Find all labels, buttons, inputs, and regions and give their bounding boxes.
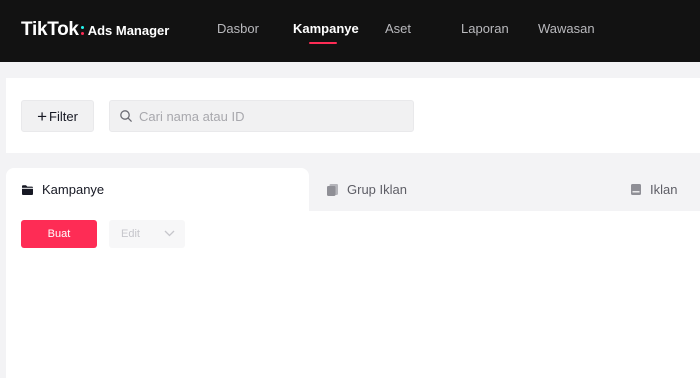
campaign-content-panel: Buat Edit [6, 211, 700, 378]
chevron-down-icon [164, 230, 175, 237]
nav-item-aset[interactable]: Aset [385, 21, 411, 36]
ad-group-icon [327, 183, 338, 196]
tab-iklan-label: Iklan [650, 182, 678, 197]
tab-kampanye[interactable]: Kampanye [6, 168, 309, 211]
active-nav-indicator [309, 42, 337, 44]
edit-dropdown-button[interactable]: Edit [109, 220, 185, 248]
tiktok-ads-manager-logo[interactable]: TikTok Ads Manager [21, 19, 170, 40]
filter-bar: + Filter [6, 78, 700, 153]
logo-wordmark: TikTok [21, 19, 79, 40]
level-tabs: Kampanye Grup Iklan Iklan [6, 168, 700, 211]
plus-icon: + [37, 106, 48, 126]
tab-kampanye-label: Kampanye [42, 182, 105, 197]
ad-icon [631, 184, 641, 195]
nav-item-wawasan[interactable]: Wawasan [538, 21, 595, 36]
tab-iklan[interactable]: Iklan [630, 168, 677, 211]
tab-grup-iklan[interactable]: Grup Iklan [326, 168, 407, 211]
edit-button-label: Edit [121, 228, 140, 240]
logo-colon-mark [80, 25, 85, 36]
nav-item-laporan[interactable]: Laporan [461, 21, 509, 36]
nav-item-dasbor[interactable]: Dasbor [217, 21, 259, 36]
nav-item-kampanye[interactable]: Kampanye [293, 21, 359, 36]
search-icon [120, 110, 132, 122]
logo-product-name: Ads Manager [87, 22, 170, 38]
filter-button[interactable]: + Filter [21, 100, 94, 132]
tab-grup-iklan-label: Grup Iklan [347, 182, 407, 197]
folder-icon [22, 184, 33, 195]
filter-button-label: Filter [49, 108, 78, 124]
search-box[interactable] [109, 100, 414, 132]
search-input[interactable] [139, 102, 409, 130]
top-navigation-bar: TikTok Ads Manager Dasbor Kampanye Aset … [0, 0, 700, 62]
create-button[interactable]: Buat [21, 220, 97, 248]
